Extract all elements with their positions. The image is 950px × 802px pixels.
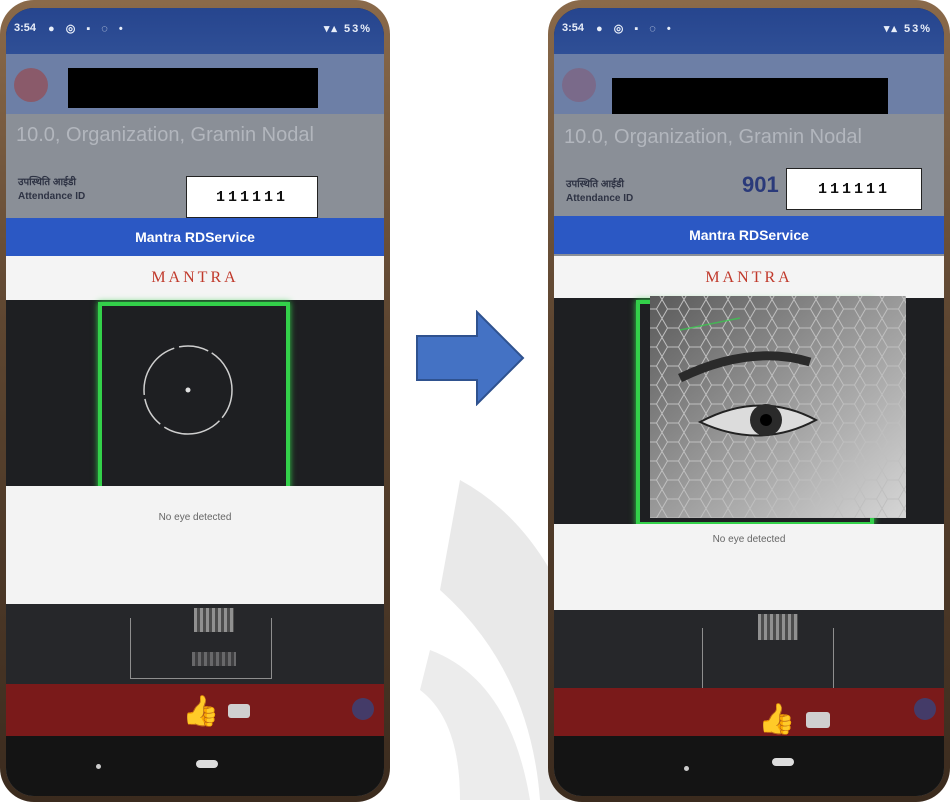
circle-target-icon bbox=[143, 345, 233, 435]
barcode-icon bbox=[192, 652, 236, 666]
status-right: ▾▴ 53% bbox=[324, 22, 372, 35]
thumbs-up-icon[interactable]: 👍 bbox=[758, 702, 795, 737]
camera-icon[interactable] bbox=[228, 704, 250, 718]
system-nav-bar bbox=[554, 736, 944, 796]
home-icon[interactable] bbox=[772, 758, 794, 766]
phone-after: 3:54 ● ◎ ▪ ◌ • ▾▴ 53% 10.0, Organization… bbox=[548, 0, 950, 802]
eye-scan-icon bbox=[650, 296, 906, 518]
attendance-label-hindi: उपस्थिति आईडी bbox=[566, 179, 624, 190]
status-message-panel: No eye detected bbox=[6, 486, 384, 604]
home-icon[interactable] bbox=[196, 760, 218, 768]
attendance-label-english: Attendance ID bbox=[18, 191, 86, 202]
detection-message: No eye detected bbox=[158, 512, 232, 523]
card-outline bbox=[130, 618, 272, 679]
status-right: ▾▴ 53% bbox=[884, 22, 932, 35]
detection-message: No eye detected bbox=[712, 534, 786, 545]
brand-logo: MANTRA bbox=[6, 256, 384, 300]
partial-attendance-id: 901 bbox=[742, 172, 779, 197]
camera-preview bbox=[6, 300, 384, 490]
floating-action-button[interactable] bbox=[914, 698, 936, 720]
camera-icon[interactable] bbox=[806, 712, 830, 728]
avatar[interactable] bbox=[562, 68, 596, 102]
app-header bbox=[6, 54, 384, 114]
phone-screen: 3:54 ● ◎ ▪ ◌ • ▾▴ 53% 10.0, Organization… bbox=[554, 8, 944, 796]
status-message-panel: No eye detected bbox=[554, 524, 944, 610]
status-bar: 3:54 ● ◎ ▪ ◌ • ▾▴ 53% bbox=[6, 8, 384, 54]
system-nav-bar bbox=[6, 736, 384, 796]
right-arrow-icon bbox=[416, 310, 525, 406]
status-time: 3:54 bbox=[562, 22, 585, 34]
attendance-id-input[interactable]: 111111 bbox=[186, 176, 318, 218]
phone-before: 3:54 ● ◎ ▪ ◌ • ▾▴ 53% 10.0, Organization… bbox=[0, 0, 390, 802]
dialog-title: Mantra RDService bbox=[554, 216, 944, 254]
redacted-name bbox=[612, 78, 888, 114]
battery-level: 53% bbox=[903, 23, 932, 35]
camera-preview bbox=[554, 296, 944, 526]
back-icon[interactable] bbox=[96, 764, 101, 769]
phone-screen: 3:54 ● ◎ ▪ ◌ • ▾▴ 53% 10.0, Organization… bbox=[6, 8, 384, 796]
dialog-title: Mantra RDService bbox=[6, 218, 384, 256]
thumbs-up-icon[interactable]: 👍 bbox=[182, 694, 219, 729]
attendance-id-input[interactable]: 111111 bbox=[786, 168, 922, 210]
attendance-id-label: उपस्थिति आईडी Attendance ID bbox=[18, 176, 85, 204]
notification-icons: ● ◎ ▪ ◌ • bbox=[48, 23, 127, 35]
organization-text: 10.0, Organization, Gramin Nodal bbox=[564, 126, 862, 148]
back-icon[interactable] bbox=[684, 766, 689, 771]
status-time: 3:54 bbox=[14, 22, 37, 34]
app-header bbox=[554, 54, 944, 114]
status-bar: 3:54 ● ◎ ▪ ◌ • ▾▴ 53% bbox=[554, 8, 944, 54]
floating-action-button[interactable] bbox=[352, 698, 374, 720]
attendance-id-label: उपस्थिति आईडी Attendance ID bbox=[566, 178, 633, 206]
signal-icon: ▾▴ bbox=[323, 23, 339, 35]
bottom-action-bar: 👍 bbox=[6, 684, 384, 744]
notification-icons: ● ◎ ▪ ◌ • bbox=[596, 23, 675, 35]
signal-icon: ▾▴ bbox=[883, 23, 899, 35]
avatar[interactable] bbox=[14, 68, 48, 102]
battery-level: 53% bbox=[343, 23, 372, 35]
redacted-name bbox=[68, 68, 318, 108]
organization-text: 10.0, Organization, Gramin Nodal bbox=[16, 124, 314, 146]
attendance-label-hindi: उपस्थिति आईडी bbox=[18, 177, 76, 188]
attendance-label-english: Attendance ID bbox=[566, 193, 634, 204]
